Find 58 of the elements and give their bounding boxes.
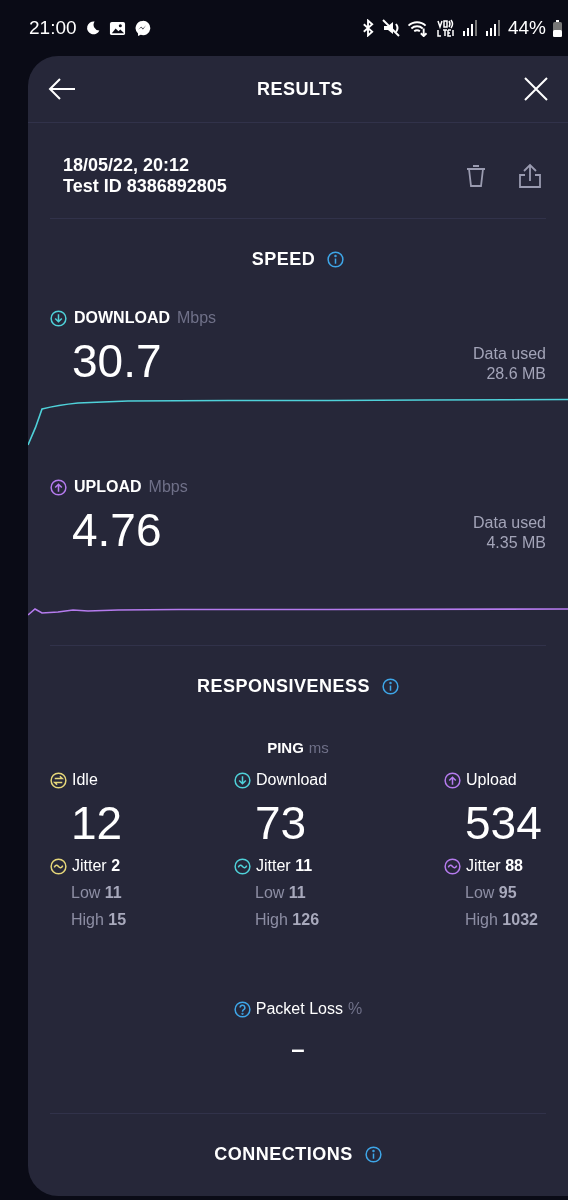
jitter-text: Jitter 88 <box>466 857 523 875</box>
chat-bubble-icon <box>133 19 151 37</box>
test-id: Test ID 8386892805 <box>63 176 227 197</box>
mute-icon <box>381 19 400 37</box>
close-button[interactable] <box>524 77 548 101</box>
unit-label: Mbps <box>177 309 217 327</box>
unit-label: ms <box>308 739 329 756</box>
jitter-text: Jitter 11 <box>256 857 313 875</box>
moon-icon <box>84 20 101 36</box>
low-text: Low 11 <box>254 883 307 903</box>
info-icon[interactable] <box>382 677 400 695</box>
speed-value: 30.7 <box>72 336 163 386</box>
packet-loss-label: Packet Loss <box>255 1000 343 1018</box>
wifi-icon <box>406 19 429 37</box>
battery-percentage: 44% <box>507 17 546 39</box>
ping-value: 12 <box>70 798 124 848</box>
info-icon[interactable] <box>327 250 345 268</box>
unit-label: % <box>347 1000 363 1018</box>
clock: 21:00 <box>29 17 77 39</box>
signal-icon <box>461 19 478 37</box>
battery-icon <box>553 19 562 37</box>
image-icon <box>108 19 126 37</box>
ping-value: 73 <box>254 798 308 848</box>
packet-loss-value: – <box>291 1035 305 1062</box>
ping-value: 534 <box>464 798 543 848</box>
high-text: High 126 <box>254 910 321 930</box>
high-text: High 15 <box>70 910 128 930</box>
wave-icon <box>444 857 461 875</box>
low-text: Low 11 <box>70 883 123 903</box>
unit-label: Mbps <box>148 478 188 496</box>
data-used-label: Data used <box>473 344 546 364</box>
metric-label: UPLOAD <box>74 478 142 496</box>
ping-type-label: Upload <box>466 771 517 789</box>
share-button[interactable] <box>518 163 542 189</box>
speed-value: 4.76 <box>72 505 163 555</box>
screen-title: RESULTS <box>255 78 345 100</box>
wave-icon <box>50 857 67 875</box>
high-text: High 1032 <box>464 910 539 930</box>
info-icon[interactable] <box>364 1145 382 1163</box>
section-title: RESPONSIVENESS <box>196 675 371 697</box>
help-icon[interactable] <box>233 1000 251 1018</box>
back-button[interactable] <box>48 77 76 101</box>
ping-type-label: Download <box>256 771 328 789</box>
metric-label: DOWNLOAD <box>74 309 170 327</box>
ping-label: PING <box>267 739 304 756</box>
delete-button[interactable] <box>466 164 486 188</box>
ping-type-label: Idle <box>72 771 98 789</box>
wave-icon <box>234 857 251 875</box>
section-title: SPEED <box>251 248 316 270</box>
data-used-value: 28.6 MB <box>486 364 546 384</box>
volte-icon <box>435 19 455 37</box>
section-title: CONNECTIONS <box>214 1143 353 1165</box>
data-used-value: 4.35 MB <box>486 533 546 553</box>
signal-icon <box>484 19 501 37</box>
test-date: 18/05/22, 20:12 <box>63 155 190 176</box>
data-used-label: Data used <box>473 513 546 533</box>
low-text: Low 95 <box>464 883 518 903</box>
jitter-text: Jitter 2 <box>72 857 121 875</box>
